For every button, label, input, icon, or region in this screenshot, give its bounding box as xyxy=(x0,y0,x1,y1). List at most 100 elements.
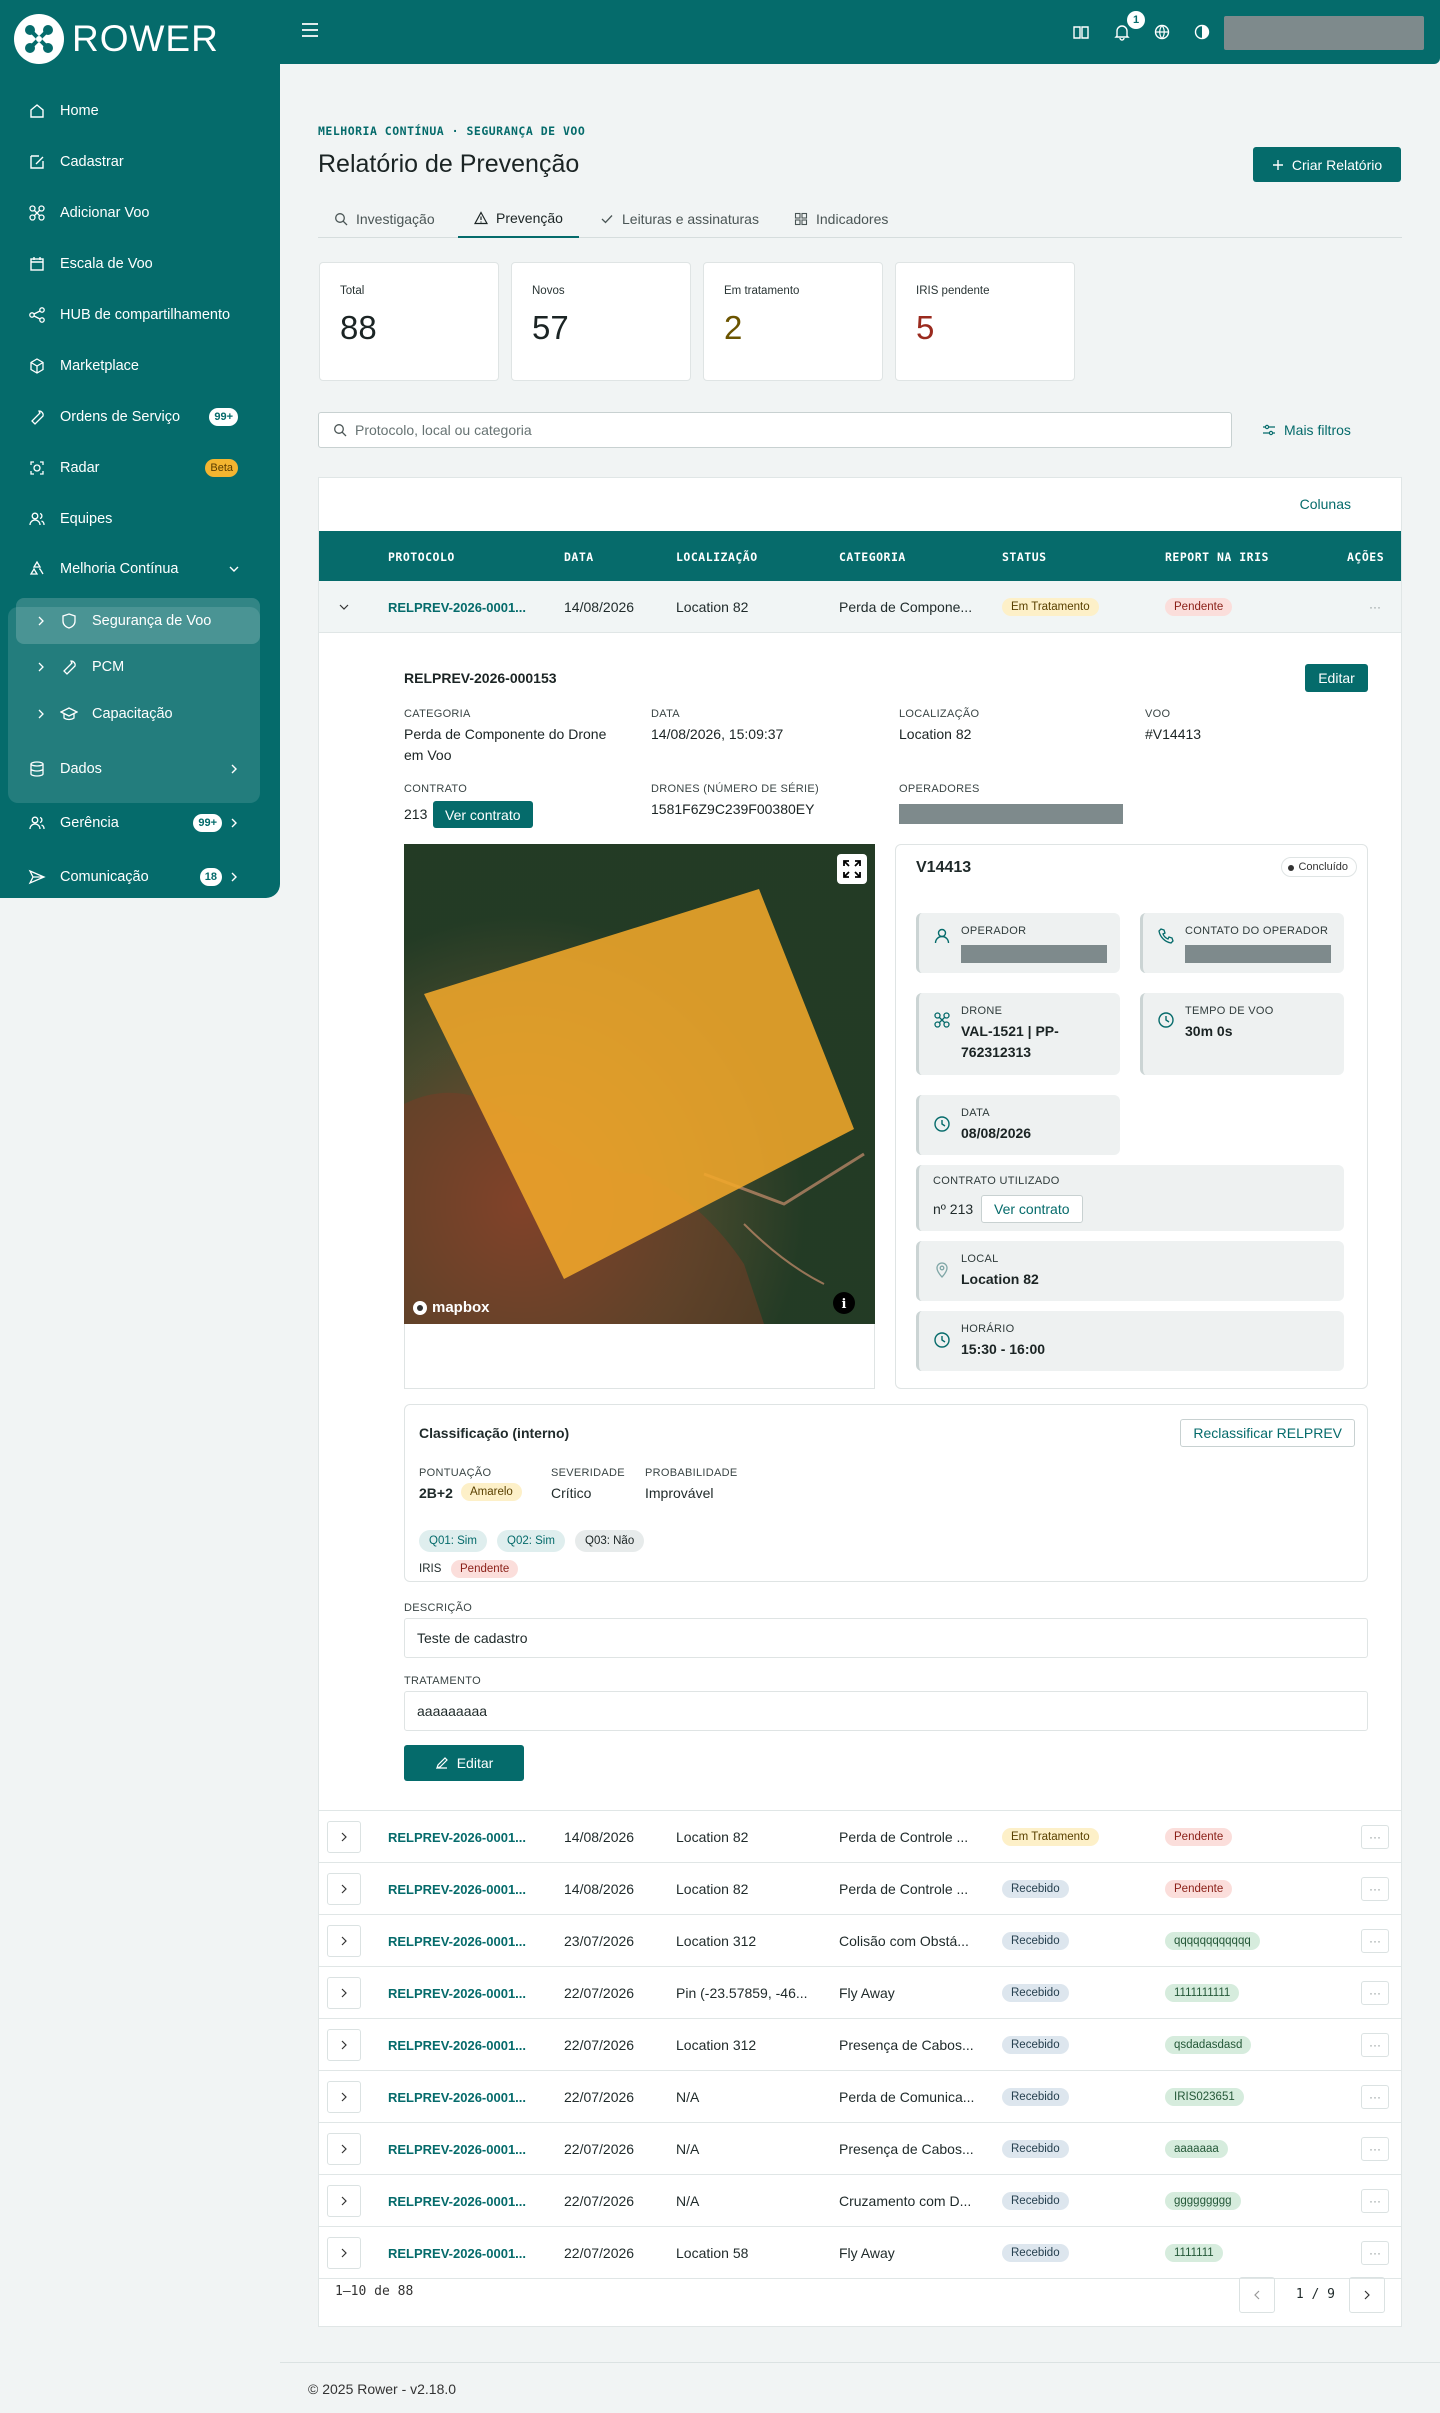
table-row[interactable]: RELPREV-2026-0001... 22/07/2026 Location 5… xyxy=(319,2227,1401,2279)
column-header[interactable]: DATA xyxy=(564,550,594,564)
expand-row-button[interactable] xyxy=(327,1873,361,1905)
sidebar-item-marketplace[interactable]: Marketplace xyxy=(0,341,280,391)
menu-icon[interactable] xyxy=(300,22,320,38)
column-header[interactable]: REPORT NA IRIS xyxy=(1165,550,1269,564)
table-row[interactable]: RELPREV-2026-0001... 14/08/2026 Location 8… xyxy=(319,1863,1401,1915)
expand-row-button[interactable] xyxy=(327,1925,361,1957)
row-actions-button[interactable]: ··· xyxy=(1361,2137,1389,2161)
protocol-link[interactable]: RELPREV-2026-0001... xyxy=(388,1863,538,1915)
table-row[interactable]: RELPREV-2026-0001... 14/08/2026 Location 8… xyxy=(319,1811,1401,1863)
question-chip: Q02: Sim xyxy=(497,1530,565,1552)
view-contract-button[interactable]: Ver contrato xyxy=(433,801,533,828)
field-label: OPERADORES xyxy=(899,783,980,795)
sidebar-subitem-seguranca-de-voo[interactable]: Segurança de Voo xyxy=(16,598,260,644)
column-header[interactable]: STATUS xyxy=(1002,550,1047,564)
row-actions-button[interactable]: ··· xyxy=(1361,1929,1389,1953)
row-actions-button[interactable]: ··· xyxy=(1361,2189,1389,2213)
expand-row-button[interactable] xyxy=(327,1821,361,1853)
sidebar-item-cadastrar[interactable]: Cadastrar xyxy=(0,137,280,187)
next-page-button[interactable] xyxy=(1349,2277,1385,2313)
collapse-row-button[interactable] xyxy=(327,591,361,623)
search-input[interactable]: Protocolo, local ou categoria xyxy=(318,412,1232,448)
protocol-link[interactable]: RELPREV-2026-0001... xyxy=(388,2175,538,2227)
expand-row-button[interactable] xyxy=(327,2237,361,2269)
tab-prevencao[interactable]: Prevenção xyxy=(458,200,579,238)
expand-row-button[interactable] xyxy=(327,2081,361,2113)
expand-row-button[interactable] xyxy=(327,2185,361,2217)
row-location: Pin (-23.57859, -46... xyxy=(676,1985,808,2001)
protocol-link[interactable]: RELPREV-2026-0001... xyxy=(388,2071,538,2123)
row-actions-button[interactable]: ··· xyxy=(1361,2085,1389,2109)
create-report-button[interactable]: Criar Relatório xyxy=(1253,147,1401,182)
tab-investigacao[interactable]: Investigação xyxy=(334,200,435,238)
protocol-link[interactable]: RELPREV-2026-0001... xyxy=(388,1811,538,1863)
reclassify-button[interactable]: Reclassificar RELPREV xyxy=(1180,1419,1355,1447)
sidebar-item-dados[interactable]: Dados xyxy=(0,744,280,794)
globe-icon[interactable] xyxy=(1153,23,1171,41)
protocol-link[interactable]: RELPREV-2026-0001... xyxy=(388,2123,538,2175)
sidebar-item-home[interactable]: Home xyxy=(0,86,280,136)
column-header[interactable]: CATEGORIA xyxy=(839,550,906,564)
table-row[interactable]: RELPREV-2026-0001... 23/07/2026 Location 3… xyxy=(319,1915,1401,1967)
sidebar-item-equipes[interactable]: Equipes xyxy=(0,494,280,544)
sidebar-item-hub[interactable]: HUB de compartilhamento xyxy=(0,290,280,340)
protocol-link[interactable]: RELPREV-2026-0001... xyxy=(388,581,538,633)
flight-time-card: TEMPO DE VOO 30m 0s xyxy=(1140,993,1344,1075)
theme-contrast-icon[interactable] xyxy=(1193,23,1211,41)
tab-indicadores[interactable]: Indicadores xyxy=(794,200,888,238)
column-header[interactable]: LOCALIZAÇÃO xyxy=(676,550,758,564)
table-row[interactable]: RELPREV-2026-0001... 22/07/2026 N/A Perda d… xyxy=(319,2071,1401,2123)
row-actions-button[interactable]: ··· xyxy=(1361,2033,1389,2057)
table-row-expanded[interactable]: RELPREV-2026-0001... 14/08/2026 Location… xyxy=(319,581,1401,633)
chevron-down-icon xyxy=(339,604,349,610)
protocol-link[interactable]: RELPREV-2026-0001... xyxy=(388,1967,538,2019)
protocol-link[interactable]: RELPREV-2026-0001... xyxy=(388,2227,538,2279)
row-actions-button[interactable]: ··· xyxy=(1361,2241,1389,2265)
sidebar-item-radar[interactable]: Radar Beta xyxy=(0,443,280,493)
treatment-field[interactable]: aaaaaaaaa xyxy=(404,1691,1368,1731)
flight-area-map[interactable]: i mapbox xyxy=(404,844,875,1324)
flight-info-card: V14413 Concluído OPERADOR CONTATO DO OPE… xyxy=(895,844,1368,1389)
fullscreen-icon[interactable] xyxy=(837,854,867,884)
sidebar-item-melhoria-continua[interactable]: Melhoria Contínua xyxy=(0,544,280,594)
status-dot xyxy=(1288,865,1295,871)
columns-link[interactable]: Colunas xyxy=(1300,496,1351,512)
table-row[interactable]: RELPREV-2026-0001... 22/07/2026 Location 3… xyxy=(319,2019,1401,2071)
expand-row-button[interactable] xyxy=(327,2029,361,2061)
column-header[interactable]: PROTOCOLO xyxy=(388,550,455,564)
prev-page-button[interactable] xyxy=(1239,2277,1275,2313)
protocol-link[interactable]: RELPREV-2026-0001... xyxy=(388,1915,538,1967)
chevron-right-icon xyxy=(341,1936,347,1946)
row-actions-button[interactable]: ··· xyxy=(1361,1981,1389,2005)
status-badge: Recebido xyxy=(1002,2244,1069,2262)
table-row[interactable]: RELPREV-2026-0001... 22/07/2026 Pin (-23.5… xyxy=(319,1967,1401,2019)
sidebar-item-ordens-de-servico[interactable]: Ordens de Serviço 99+ xyxy=(0,392,280,442)
table-row[interactable]: RELPREV-2026-0001... 22/07/2026 N/A Cruzame… xyxy=(319,2175,1401,2227)
user-icon xyxy=(934,928,950,944)
tab-leituras-e-assinaturas[interactable]: Leituras e assinaturas xyxy=(600,200,759,238)
expand-row-button[interactable] xyxy=(327,2133,361,2165)
edit-treatment-button[interactable]: Editar xyxy=(404,1745,524,1781)
sidebar-subitem-capacitacao[interactable]: Capacitação xyxy=(16,691,260,737)
book-icon[interactable] xyxy=(1072,23,1090,41)
sidebar-item-comunicacao[interactable]: Comunicação 18 xyxy=(0,852,280,902)
expand-row-button[interactable] xyxy=(327,1977,361,2009)
sidebar-item-label: Home xyxy=(60,103,99,119)
chevron-right-icon xyxy=(341,2248,347,2258)
more-filters-button[interactable]: Mais filtros xyxy=(1262,412,1351,448)
logo[interactable]: ROWER xyxy=(14,14,219,64)
sidebar-item-gerencia[interactable]: Gerência 99+ xyxy=(0,798,280,848)
row-actions-button[interactable]: ··· xyxy=(1361,1877,1389,1901)
sidebar-item-escala-de-voo[interactable]: Escala de Voo xyxy=(0,239,280,289)
view-contract-button[interactable]: Ver contrato xyxy=(981,1195,1083,1223)
row-actions-button[interactable]: ··· xyxy=(1361,595,1389,619)
row-actions-button[interactable]: ··· xyxy=(1361,1825,1389,1849)
table-row[interactable]: RELPREV-2026-0001... 22/07/2026 N/A Presenç… xyxy=(319,2123,1401,2175)
user-menu[interactable] xyxy=(1224,16,1424,50)
sidebar-subitem-pcm[interactable]: PCM xyxy=(16,644,260,690)
iris-badge: aaaaaaa xyxy=(1165,2140,1228,2158)
protocol-link[interactable]: RELPREV-2026-0001... xyxy=(388,2019,538,2071)
edit-button[interactable]: Editar xyxy=(1305,664,1368,692)
sidebar-item-adicionar-voo[interactable]: Adicionar Voo xyxy=(0,188,280,238)
description-field[interactable]: Teste de cadastro xyxy=(404,1618,1368,1658)
